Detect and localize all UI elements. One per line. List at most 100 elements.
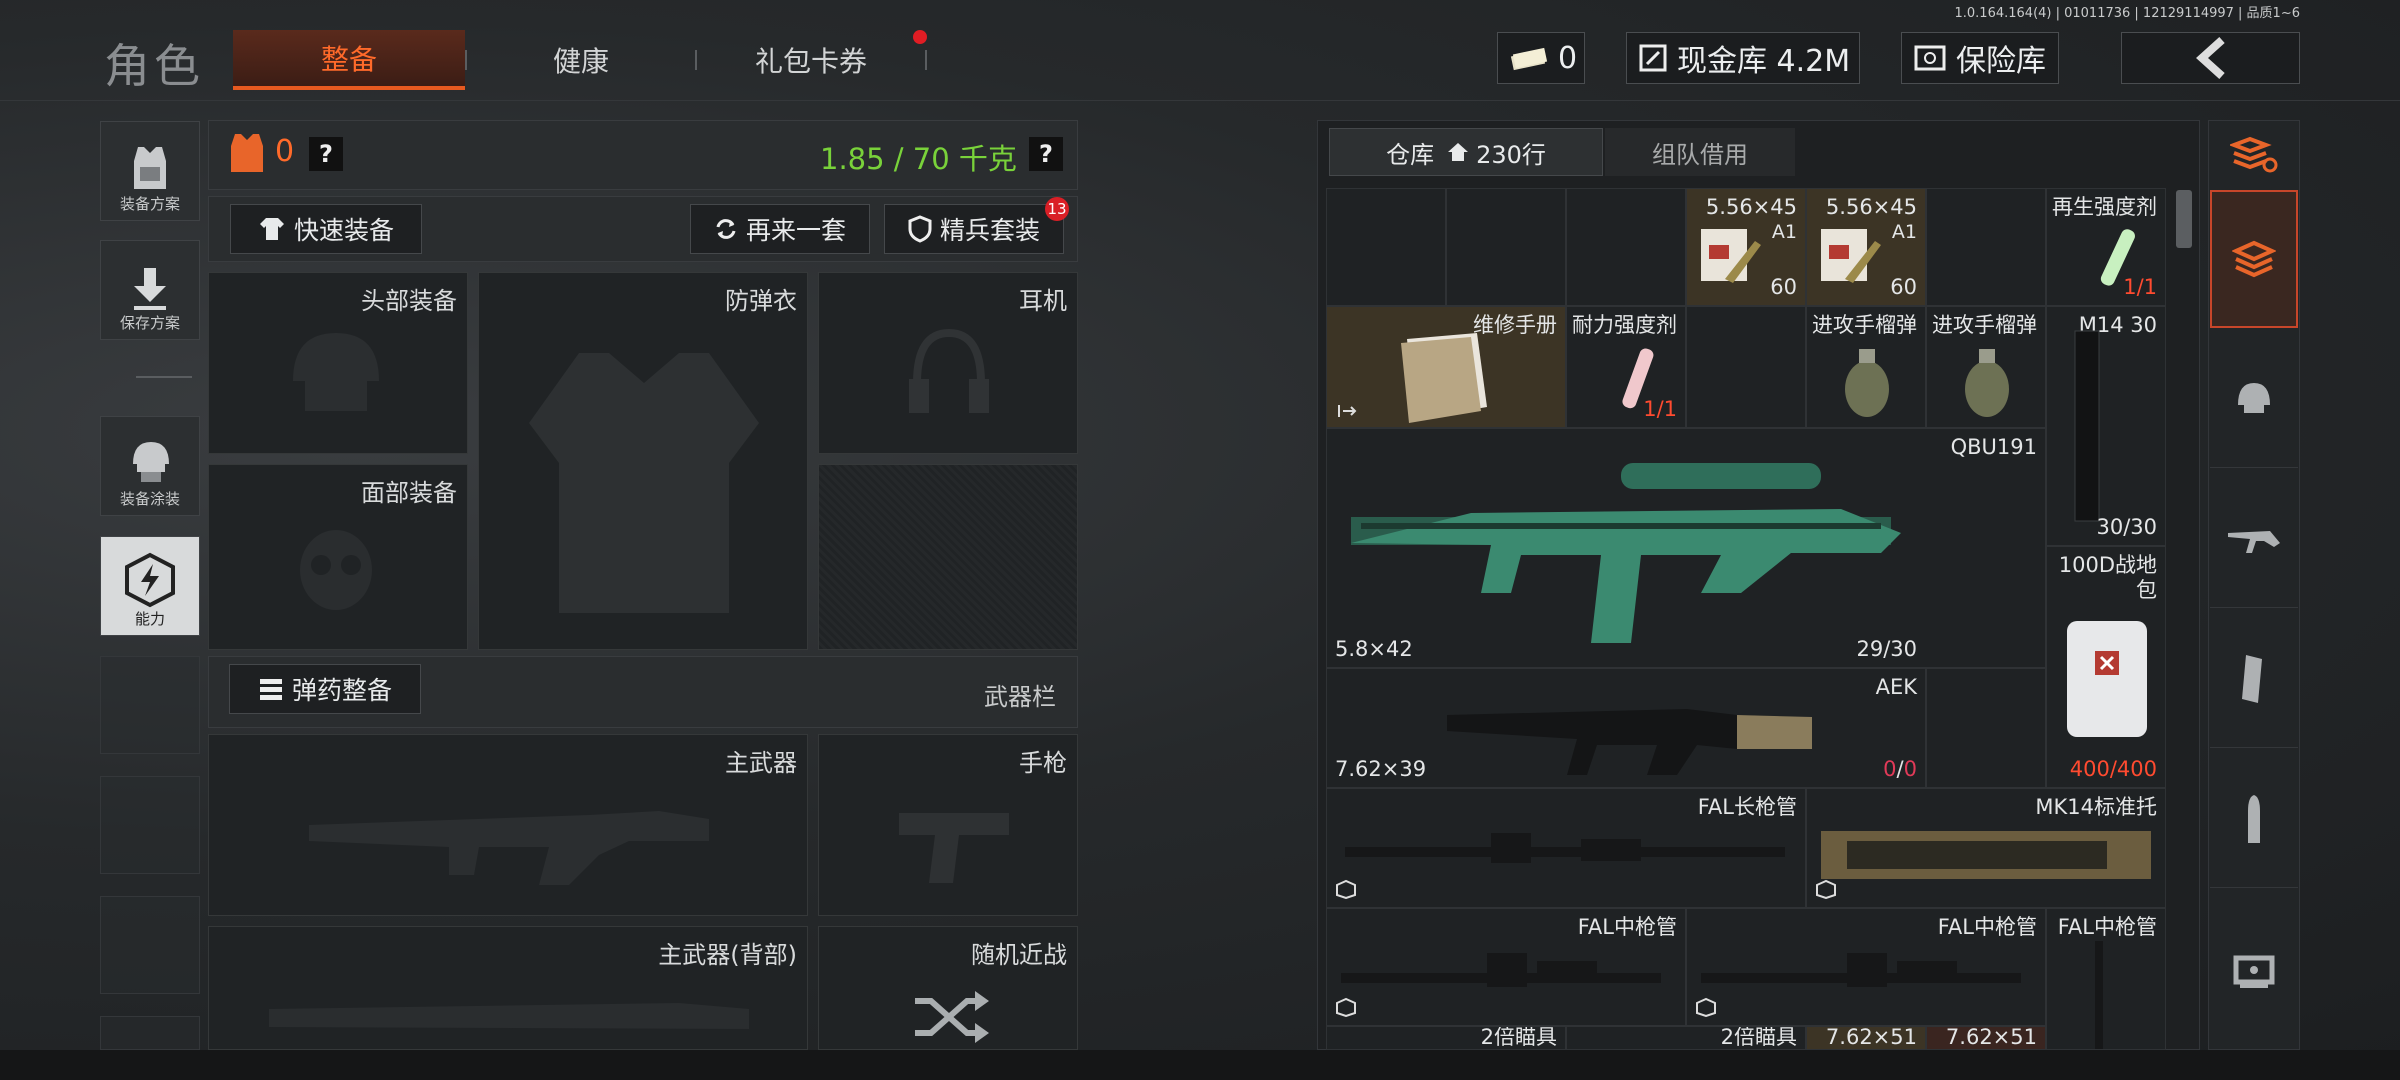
category-ammo[interactable] [2210, 750, 2298, 888]
item-label: 2倍瞄具 [1720, 1026, 1797, 1049]
tab-storage-label: 仓库 [1386, 140, 1435, 169]
vault-button[interactable]: 现金库 4.2M [1626, 32, 1860, 84]
item-ammo-556-b[interactable]: 5.56×45 A1 60 [1806, 188, 1926, 306]
empty-cell [1926, 668, 2046, 788]
item-regen-stim[interactable]: 再生强度剂 1/1 [2046, 188, 2166, 306]
insurance-button[interactable]: 保险库 [1901, 32, 2059, 84]
item-sublabel: A1 [1891, 221, 1917, 243]
item-ammo: 29/30 [1856, 637, 1917, 661]
rifle-silhouette-icon [309, 811, 709, 885]
insurance-label: 保险库 [1956, 44, 2046, 79]
shirt-icon [259, 218, 284, 240]
slot-melee[interactable]: 随机近战 [818, 926, 1078, 1050]
item-frag-grenade-b[interactable]: 进攻手榴弹 [1926, 306, 2046, 428]
item-count: 1/1 [2123, 275, 2157, 299]
grenade-icon [1845, 349, 1889, 417]
vest-silhouette-icon [529, 353, 759, 613]
loadout-plan-label: 装备方案 [119, 195, 180, 213]
category-helmet[interactable] [2210, 330, 2298, 468]
item-label: 进攻手榴弹 [1932, 313, 2037, 337]
sort-button[interactable] [2210, 122, 2298, 188]
item-aek-rifle[interactable]: AEK 7.62×39 0/0 [1326, 668, 1926, 788]
helmet-icon [2238, 382, 2270, 413]
item-ammo: 0/0 [1883, 757, 1917, 781]
item-ammo-556-a[interactable]: 5.56×45 A1 60 [1686, 188, 1806, 306]
item-ammo-762x51-b[interactable]: 7.62×51 [1926, 1026, 2046, 1050]
ability-button[interactable]: 能力 [100, 536, 200, 636]
equip-skin-button[interactable]: 装备涂装 [100, 416, 200, 516]
rifle-back-silhouette-icon [269, 1003, 749, 1029]
box-icon [1336, 879, 1356, 899]
item-fal-mid-barrel-a[interactable]: FAL中枪管 [1326, 908, 1686, 1026]
ammo-box-icon [1701, 229, 1761, 283]
download-arrow-icon [134, 268, 166, 310]
tab-gift-cards[interactable]: 礼包卡券 [697, 30, 925, 90]
category-sight[interactable] [2210, 890, 2298, 1050]
slot-vest-label: 防弹衣 [725, 287, 797, 315]
rail-empty-slot [100, 1016, 200, 1050]
ammo-current: 0 [1883, 757, 1897, 781]
slot-primary-back-label: 主武器(背部) [658, 941, 797, 969]
ammo-equip-label: 弹药整备 [291, 676, 392, 705]
item-label: 7.62×51 [1825, 1026, 1917, 1049]
loadout-plan-button[interactable]: 装备方案 [100, 121, 200, 221]
ammo-equip-button[interactable]: 弹药整备 [229, 664, 421, 714]
item-repair-manual[interactable]: 维修手册 [1326, 306, 1566, 428]
tab-team-borrow[interactable]: 组队借用 [1605, 128, 1795, 176]
item-ammo-762x51-a[interactable]: 7.62×51 [1806, 1026, 1926, 1050]
ability-hex-icon [125, 552, 175, 608]
item-caliber: 5.8×42 [1335, 637, 1413, 661]
slot-face[interactable]: 面部装备 [208, 464, 468, 650]
slot-head[interactable]: 头部装备 [208, 272, 468, 454]
ability-label: 能力 [134, 610, 165, 628]
tab-health[interactable]: 健康 [467, 30, 695, 90]
header-divider [0, 100, 2400, 101]
item-mk14-stock[interactable]: MK14标准托 [1806, 788, 2166, 908]
elite-set-button[interactable]: 精兵套装 [884, 204, 1064, 254]
tab-team-borrow-label: 组队借用 [1652, 140, 1748, 169]
rifle-icon [1447, 709, 1812, 775]
refresh-icon [716, 219, 736, 239]
vault-label: 现金库 4.2M [1677, 44, 1851, 79]
rail-stock-icon [1821, 831, 2151, 879]
armor-vest-icon [231, 134, 263, 172]
slot-vest[interactable]: 防弹衣 [478, 272, 808, 650]
ammo-max: 0 [1903, 757, 1917, 781]
quick-equip-button[interactable]: 快速装备 [230, 204, 422, 254]
item-count: 60 [1770, 275, 1797, 299]
tab-storage[interactable]: 仓库 230行 [1329, 128, 1603, 176]
again-set-button[interactable]: 再来一套 [690, 204, 870, 254]
category-rifle[interactable] [2210, 470, 2298, 608]
help-button[interactable]: ? [309, 137, 343, 171]
rail-empty-slot [100, 776, 200, 874]
item-fal-mid-barrel-b[interactable]: FAL中枪管 [1686, 908, 2046, 1026]
slot-primary[interactable]: 主武器 [208, 734, 808, 916]
item-m14-magazine[interactable]: M14 30 30/30 [2046, 306, 2166, 546]
box-icon [1816, 879, 1836, 899]
slot-primary-back[interactable]: 主武器(背部) [208, 926, 808, 1050]
item-2x-scope-b[interactable]: 2倍瞄具 [1566, 1026, 1806, 1050]
save-plan-button[interactable]: 保存方案 [100, 240, 200, 340]
item-2x-scope-a[interactable]: 2倍瞄具 [1326, 1026, 1566, 1050]
item-100d-field-bag[interactable]: 100D战地包 400/400 [2046, 546, 2166, 788]
category-magazine[interactable] [2210, 610, 2298, 748]
category-all[interactable] [2210, 190, 2298, 328]
item-label: 再生强度剂 [2052, 195, 2157, 219]
safe-icon [1914, 45, 1946, 71]
rail-empty-slot [100, 656, 200, 754]
item-stamina-stim[interactable]: 耐力强度剂 1/1 [1566, 306, 1686, 428]
tab-equip[interactable]: 整备 [233, 30, 465, 90]
rail-empty-slot [100, 896, 200, 994]
warehouse-scrollbar[interactable] [2176, 190, 2192, 248]
item-fal-long-barrel[interactable]: FAL长枪管 [1326, 788, 1806, 908]
slot-headset[interactable]: 耳机 [818, 272, 1078, 454]
shield-icon [908, 215, 932, 243]
back-button[interactable] [2121, 32, 2300, 84]
slot-pistol[interactable]: 手枪 [818, 734, 1078, 916]
item-frag-grenade-a[interactable]: 进攻手榴弹 [1806, 306, 1926, 428]
empty-cell [1326, 188, 1446, 306]
weight-help-button[interactable]: ? [1029, 137, 1063, 171]
item-qbu191-rifle[interactable]: QBU191 5.8×42 29/30 [1326, 428, 2046, 668]
magazine-icon [2074, 330, 2100, 522]
item-fal-mid-barrel-c[interactable]: FAL中枪管 [2046, 908, 2166, 1050]
